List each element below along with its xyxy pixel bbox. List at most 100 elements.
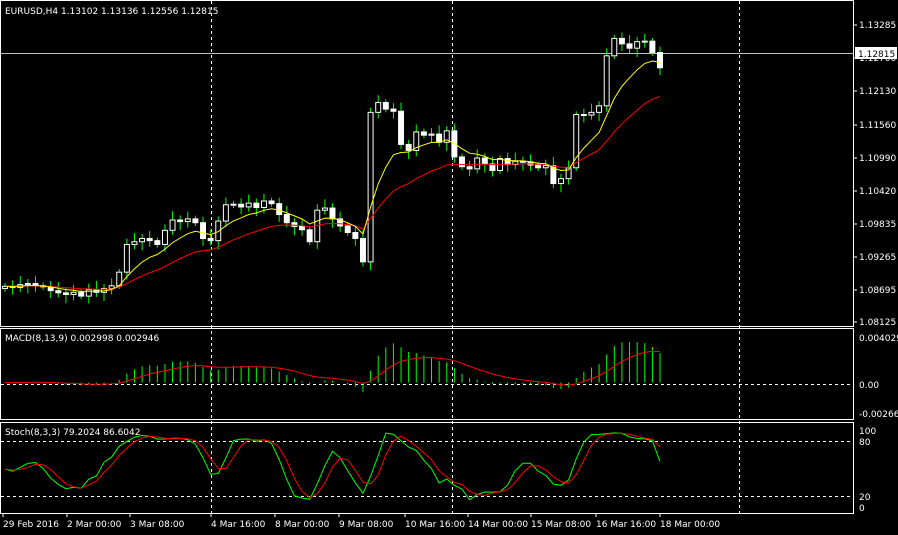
price-scale-label: 1.08125 (859, 318, 896, 328)
price-scale-label: 1.13285 (859, 21, 896, 31)
candle-bull (641, 40, 648, 43)
candle-bull (474, 157, 481, 170)
macd-panel-title: MACD(8,13,9) 0.002998 0.002946 (5, 334, 160, 344)
candle-bull (131, 241, 138, 245)
candle-bull (596, 105, 603, 113)
candle-bull (367, 111, 374, 263)
time-axis-label: 15 Mar 08:00 (531, 520, 591, 530)
candle-bull (634, 41, 641, 49)
candle-bull (588, 111, 595, 116)
candle-bear (154, 240, 161, 245)
price-scale: 1.132851.127001.121301.115601.109901.104… (853, 21, 896, 328)
price-panel[interactable] (0, 0, 854, 327)
vertical-grid (211, 1, 740, 513)
candle-bull (542, 165, 549, 169)
candle-bear (459, 156, 465, 168)
price-panel-title: EURUSD,H4 1.13102 1.13136 1.12556 1.1281… (5, 7, 218, 17)
candle-bull (169, 219, 176, 231)
time-axis-label: 29 Feb 2016 (3, 520, 59, 530)
price-scale-label: 1.09265 (859, 253, 896, 263)
candle-bull (558, 178, 564, 185)
candle-bear (420, 131, 427, 136)
candle-bear (177, 219, 184, 223)
candle-bull (428, 133, 435, 136)
price-scale-label: 1.12130 (859, 87, 896, 97)
candle-bear (390, 108, 397, 112)
candle-bear (268, 200, 275, 205)
candle-bear (238, 203, 245, 208)
macd-scale-label: 0.004029 (859, 334, 898, 344)
current-price-tag: 1.12815 (858, 50, 895, 60)
time-axis-label: 10 Mar 16:00 (405, 520, 465, 530)
time-axis-label: 9 Mar 08:00 (339, 520, 394, 530)
candle-bull (375, 102, 382, 113)
candle-bear (405, 143, 412, 151)
candle-bear (192, 218, 199, 224)
candle-bear (626, 43, 633, 49)
candle-bear (504, 158, 511, 166)
candle-bear (436, 133, 443, 143)
macd-scale-label: -0.002668 (859, 410, 898, 420)
time-axis-label: 8 Mar 00:00 (275, 520, 330, 530)
candle-bear (657, 52, 663, 69)
candle-bear (535, 164, 542, 169)
price-scale-label: 1.09835 (859, 220, 896, 230)
candle-bull (230, 203, 237, 206)
price-scale-label: 1.11560 (859, 121, 896, 131)
candle-bull (24, 283, 31, 286)
candle-bull (139, 237, 146, 243)
candle-bull (70, 291, 77, 295)
price-scale-label: 1.10990 (859, 154, 896, 164)
trading-chart[interactable]: 1.132851.127001.121301.115601.109901.104… (0, 0, 898, 535)
candle-bear (329, 207, 336, 220)
candle-bear (253, 202, 260, 208)
candle-bear (352, 231, 359, 239)
stoch-scale-label: 20 (859, 493, 871, 503)
candle-bull (184, 218, 191, 223)
candle-bull (603, 55, 610, 107)
stoch-signal-line (4, 432, 661, 499)
candle-bear (291, 222, 298, 228)
time-axis-label: 4 Mar 16:00 (211, 520, 266, 530)
stoch-scale-label: 80 (859, 438, 871, 448)
stoch-panel-title: Stoch(8,3,3) 79.2024 86.6042 (5, 428, 140, 438)
candle-bull (222, 204, 229, 222)
candle-bear (283, 214, 290, 224)
candle-bull (260, 200, 267, 208)
ma-fast-line (4, 60, 661, 293)
candle-bull (85, 289, 92, 297)
macd-signal-line (4, 350, 661, 386)
candle-bear (200, 222, 206, 239)
candle-bear (207, 237, 214, 242)
candle-bear (306, 229, 313, 243)
candle-bear (78, 291, 85, 297)
ma-slow-line (4, 95, 661, 290)
candle-bear (649, 40, 656, 54)
candle-bear (398, 110, 405, 145)
candle-bear (276, 203, 283, 216)
macd-scale: 0.004029 0.00 -0.002668 (859, 334, 898, 420)
time-axis-label: 3 Mar 08:00 (130, 520, 185, 530)
time-axis-label: 2 Mar 00:00 (67, 520, 122, 530)
candle-bear (299, 226, 306, 231)
stoch-scale-label: 0 (859, 504, 865, 514)
candle-bear (62, 292, 69, 295)
candle-bull (245, 202, 252, 208)
candle-bear (580, 114, 587, 117)
time-axis-label: 14 Mar 00:00 (468, 520, 528, 530)
stoch-scale-label: 100 (859, 427, 876, 437)
candles (2, 32, 663, 304)
candle-bull (161, 229, 168, 245)
candle-bear (146, 237, 153, 242)
time-axis-label: 16 Mar 16:00 (596, 520, 656, 530)
stoch-scale: 10080 200 (859, 427, 876, 514)
price-scale-label: 1.08695 (859, 286, 896, 296)
candle-bear (382, 102, 389, 110)
candle-bear (55, 290, 62, 294)
time-axis: 29 Feb 2016 2 Mar 00:00 3 Mar 08:00 4 Mar 1… (2, 513, 720, 530)
candle-bear (359, 237, 366, 263)
candle-bear (618, 37, 625, 45)
candle-bull (321, 207, 328, 211)
candle-bear (466, 166, 473, 170)
candle-bear (344, 225, 351, 233)
